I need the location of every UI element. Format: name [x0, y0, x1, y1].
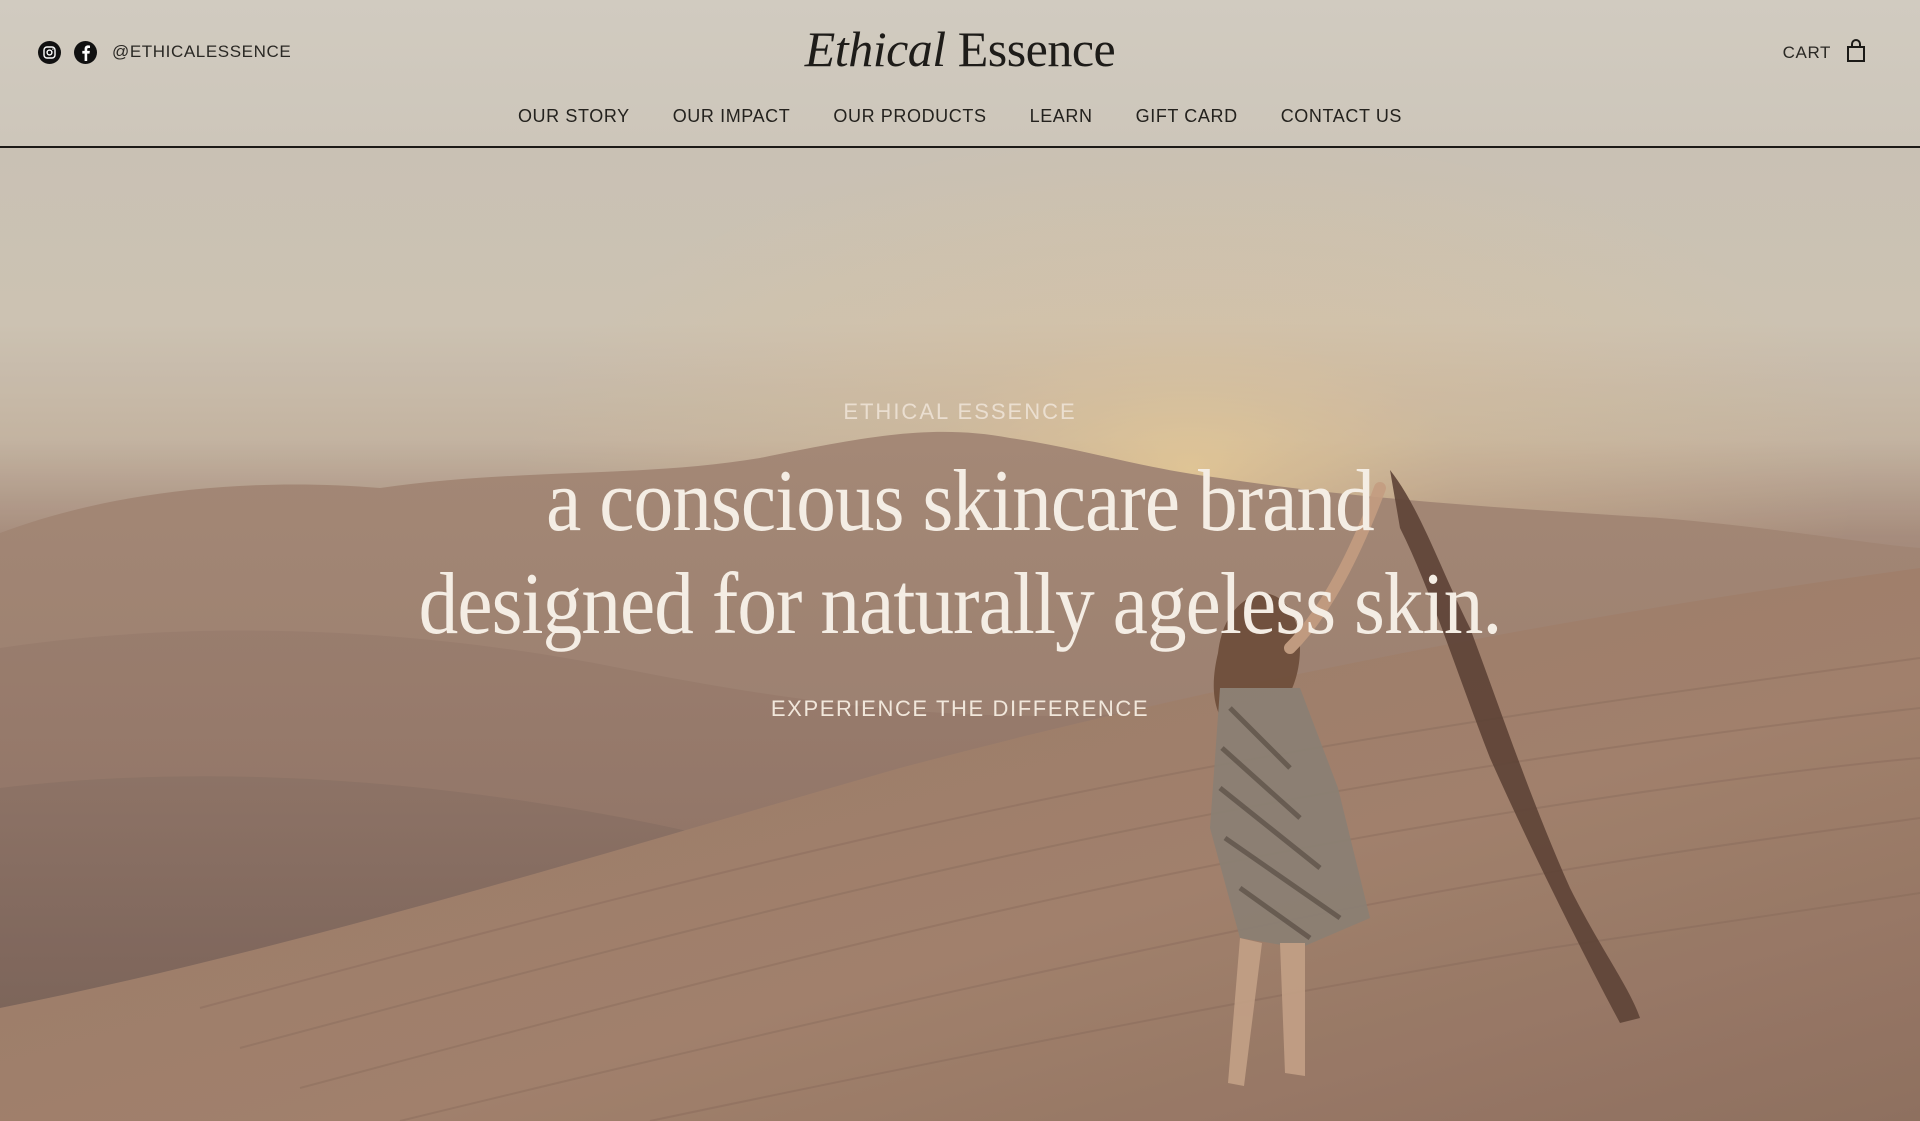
nav-learn[interactable]: LEARN	[1030, 106, 1093, 127]
hero-headline-line-1: a conscious skincare brand	[546, 453, 1375, 550]
logo-italic-word: Ethical	[804, 21, 946, 77]
nav-our-products[interactable]: OUR PRODUCTS	[833, 106, 986, 127]
experience-difference-link[interactable]: EXPERIENCE THE DIFFERENCE	[771, 696, 1149, 721]
site-header: @ETHICALESSENCE Ethical Essence CART OUR…	[0, 0, 1920, 148]
nav-our-impact[interactable]: OUR IMPACT	[673, 106, 791, 127]
nav-gift-card[interactable]: GIFT CARD	[1136, 106, 1238, 127]
logo-regular-word: Essence	[957, 21, 1116, 77]
nav-contact-us[interactable]: CONTACT US	[1281, 106, 1402, 127]
hero-cta-wrapper: EXPERIENCE THE DIFFERENCE	[0, 696, 1920, 722]
hero-headline-line-2: designed for naturally ageless skin.	[418, 556, 1503, 653]
brand-logo[interactable]: Ethical Essence	[0, 22, 1920, 77]
nav-our-story[interactable]: OUR STORY	[518, 106, 630, 127]
main-nav: OUR STORY OUR IMPACT OUR PRODUCTS LEARN …	[0, 106, 1920, 127]
cart-button[interactable]: CART	[1783, 38, 1866, 68]
hero-eyebrow: ETHICAL ESSENCE	[843, 399, 1077, 424]
hero-headline: a conscious skincare brand designed for …	[96, 450, 1824, 656]
hero-section: ETHICAL ESSENCE a conscious skincare bra…	[0, 148, 1920, 1121]
cart-label: CART	[1782, 43, 1831, 62]
shopping-bag-icon	[1846, 38, 1866, 68]
